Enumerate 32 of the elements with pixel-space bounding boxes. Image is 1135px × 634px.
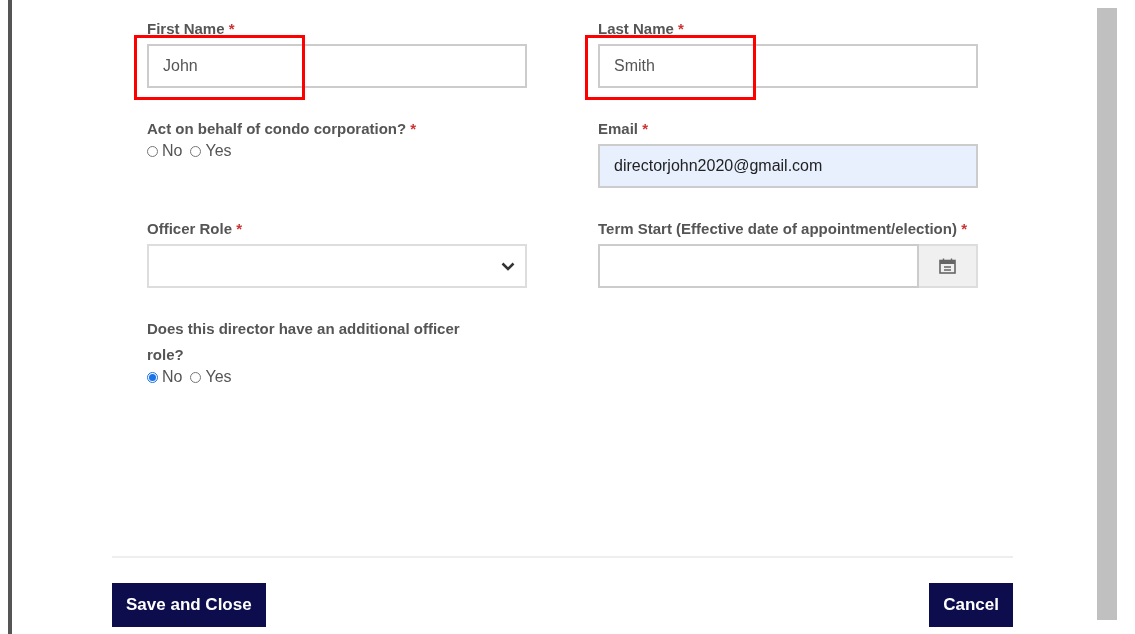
radio-button[interactable] <box>147 371 158 383</box>
field-label: Does this director have an additional officer role? <box>147 319 461 365</box>
field-label: Last Name * <box>598 19 685 39</box>
field-label: Act on behalf of condo corporation? * <box>147 119 418 139</box>
required-mark: * <box>678 20 684 37</box>
text-field[interactable]: Smith <box>598 44 978 88</box>
field-label: Email * <box>598 119 650 139</box>
radio-button[interactable] <box>147 145 158 157</box>
footer-button[interactable]: Cancel <box>929 583 1013 627</box>
text-field[interactable]: John <box>147 44 527 88</box>
radio-label: No <box>162 142 183 160</box>
radio-label: Yes <box>205 368 232 386</box>
field-label: Officer Role * <box>147 219 244 239</box>
footer-button[interactable]: Save and Close <box>112 583 266 627</box>
text-field[interactable]: directorjohn2020@gmail.com <box>598 144 978 188</box>
calendar-icon <box>939 258 956 274</box>
required-mark: * <box>410 120 417 137</box>
required-mark: * <box>236 220 243 237</box>
required-mark: * <box>228 20 235 37</box>
field-label: First Name * <box>147 19 236 39</box>
calendar-button[interactable] <box>919 244 978 288</box>
radio-label: No <box>162 368 183 386</box>
date-field[interactable] <box>598 244 919 288</box>
radio-label: Yes <box>205 142 232 160</box>
select-field[interactable] <box>147 244 527 288</box>
radio-button[interactable] <box>190 145 202 157</box>
required-mark: * <box>642 120 649 137</box>
chevron-down-icon <box>501 261 515 271</box>
field-label: Term Start (Effective date of appointment/election) * <box>598 219 968 239</box>
required-mark: * <box>961 220 967 237</box>
radio-button[interactable] <box>190 371 202 383</box>
scrollbar[interactable] <box>1097 8 1117 620</box>
